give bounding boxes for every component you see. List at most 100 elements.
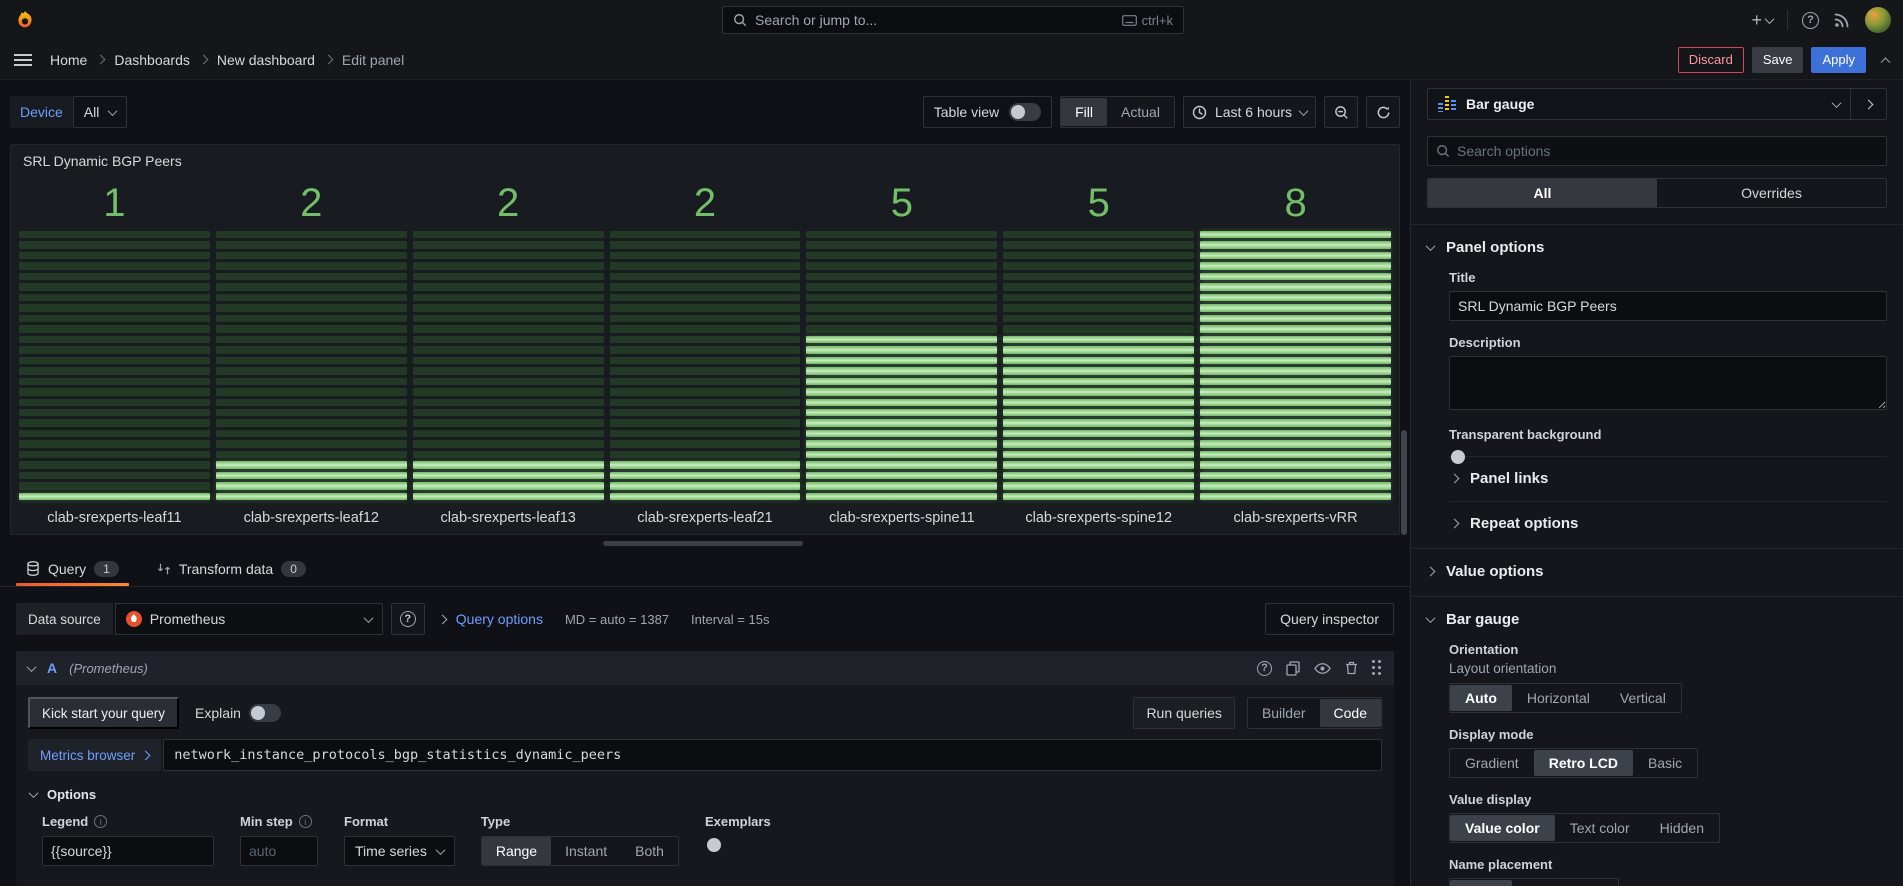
panel-options-sidebar: Bar gauge Search options All Overrides P… — [1410, 80, 1903, 886]
panel-links-collapse[interactable]: Panel links — [1449, 456, 1887, 487]
display-retro-lcd[interactable]: Retro LCD — [1534, 750, 1633, 776]
panel-title-input[interactable] — [1449, 291, 1887, 321]
query-row-header[interactable]: A (Prometheus) ? — [16, 651, 1394, 685]
type-both-option[interactable]: Both — [621, 837, 678, 865]
global-search-input[interactable]: Search or jump to... ctrl+k — [722, 6, 1184, 34]
duplicate-query-icon[interactable] — [1286, 661, 1300, 676]
gauge-cell — [216, 378, 407, 385]
gauge-cell — [19, 231, 210, 238]
panel-options-header[interactable]: Panel options — [1427, 239, 1887, 256]
tab-all-options[interactable]: All — [1428, 179, 1657, 207]
legend-input[interactable] — [42, 836, 214, 866]
metrics-browser-button[interactable]: Metrics browser — [28, 739, 161, 771]
table-view-label: Table view — [934, 104, 999, 120]
collapse-query-icon[interactable] — [27, 662, 37, 672]
gauge-cell — [1003, 430, 1194, 437]
gauge-cell — [216, 336, 407, 343]
legend-field: Legend i — [42, 814, 214, 866]
tab-transform-data[interactable]: Transform data 0 — [147, 551, 316, 586]
promql-expression-input[interactable] — [163, 739, 1382, 771]
repeat-options-collapse[interactable]: Repeat options — [1449, 501, 1887, 532]
breadcrumb-dashboards[interactable]: Dashboards — [114, 52, 190, 68]
value-options-header[interactable]: Value options — [1427, 563, 1887, 580]
chevron-right-icon — [141, 750, 151, 760]
value-display-text-color[interactable]: Text color — [1555, 815, 1645, 841]
name-placement-left[interactable]: Left — [1564, 880, 1617, 886]
breadcrumb-home[interactable]: Home — [50, 52, 87, 68]
refresh-button[interactable] — [1366, 96, 1400, 128]
panel-description-textarea[interactable] — [1449, 356, 1887, 410]
orientation-horizontal[interactable]: Horizontal — [1512, 685, 1605, 711]
actual-option[interactable]: Actual — [1107, 98, 1174, 126]
builder-option[interactable]: Builder — [1248, 699, 1320, 727]
query-help-icon[interactable]: ? — [1257, 661, 1272, 676]
min-step-input[interactable] — [240, 836, 318, 866]
variable-device-select[interactable]: All — [73, 96, 128, 128]
run-queries-button[interactable]: Run queries — [1133, 697, 1235, 729]
fill-option[interactable]: Fill — [1061, 98, 1107, 126]
add-menu-button[interactable]: + — [1751, 10, 1773, 31]
query-options-collapse[interactable]: Options — [30, 787, 1382, 802]
table-view-toggle[interactable] — [1009, 103, 1041, 121]
gauge-column: 1clab-srexperts-leaf11 — [19, 175, 210, 526]
gauge-cell — [1003, 388, 1194, 395]
options-search-input[interactable]: Search options — [1427, 136, 1887, 166]
chevron-down-icon — [29, 788, 39, 798]
name-placement-auto[interactable]: Auto — [1450, 880, 1512, 886]
visualization-select[interactable]: Bar gauge — [1428, 89, 1850, 119]
type-range-option[interactable]: Range — [482, 837, 551, 865]
gauge-cell — [413, 241, 604, 248]
gauge-cell — [1003, 283, 1194, 290]
delete-query-icon[interactable] — [1345, 661, 1358, 675]
value-display-value-color[interactable]: Value color — [1450, 815, 1555, 841]
max-data-points-info: MD = auto = 1387 — [565, 612, 669, 627]
orientation-vertical[interactable]: Vertical — [1605, 685, 1681, 711]
display-basic[interactable]: Basic — [1633, 750, 1697, 776]
time-range-picker[interactable]: Last 6 hours — [1183, 96, 1316, 128]
gauge-cell — [1003, 440, 1194, 447]
collapse-sidebar-button[interactable] — [1850, 89, 1886, 119]
grafana-logo-icon[interactable] — [14, 9, 36, 31]
bar-gauge-options-header[interactable]: Bar gauge — [1427, 611, 1887, 628]
gauge-cell — [216, 472, 407, 479]
gauge-cell — [1003, 378, 1194, 385]
tab-overrides[interactable]: Overrides — [1657, 179, 1886, 207]
query-options-expander[interactable]: Query options — [439, 611, 543, 627]
content-scrollbar[interactable] — [1401, 430, 1407, 535]
help-button[interactable]: ? — [1802, 12, 1819, 29]
value-display-hidden[interactable]: Hidden — [1645, 815, 1719, 841]
type-instant-option[interactable]: Instant — [551, 837, 621, 865]
breadcrumb-new-dashboard[interactable]: New dashboard — [217, 52, 315, 68]
menu-icon[interactable] — [14, 54, 32, 66]
gauge-cell — [806, 409, 997, 416]
query-inspector-button[interactable]: Query inspector — [1265, 603, 1394, 635]
datasource-help-button[interactable]: ? — [391, 603, 425, 635]
display-gradient[interactable]: Gradient — [1450, 750, 1534, 776]
collapse-options-icon[interactable] — [1881, 57, 1891, 67]
apply-button[interactable]: Apply — [1811, 47, 1866, 73]
gauge-cell — [610, 336, 801, 343]
save-button[interactable]: Save — [1752, 47, 1804, 73]
gauge-cell-stack — [610, 231, 801, 500]
pane-resize-handle[interactable] — [603, 541, 803, 546]
name-placement-top[interactable]: Top — [1512, 880, 1565, 886]
hide-response-icon[interactable] — [1314, 662, 1331, 675]
drag-query-handle[interactable] — [1372, 660, 1382, 676]
discard-button[interactable]: Discard — [1678, 47, 1744, 73]
news-icon[interactable] — [1833, 11, 1851, 29]
zoom-out-button[interactable] — [1324, 96, 1358, 128]
user-avatar[interactable] — [1865, 7, 1891, 33]
kick-start-query-button[interactable]: Kick start your query — [28, 697, 179, 729]
code-option[interactable]: Code — [1320, 699, 1381, 727]
explain-toggle[interactable] — [249, 704, 281, 722]
tab-query[interactable]: Query 1 — [16, 551, 129, 586]
gauge-column: 8clab-srexperts-vRR — [1200, 175, 1391, 526]
gauge-cell — [413, 451, 604, 458]
gauge-cell — [19, 273, 210, 280]
orientation-auto[interactable]: Auto — [1450, 685, 1512, 711]
datasource-select[interactable]: Prometheus — [115, 603, 383, 635]
query-options-fields: Legend i Min step i Fo — [42, 814, 1382, 866]
format-select[interactable]: Time series — [344, 836, 455, 866]
orientation-group: Auto Horizontal Vertical — [1449, 683, 1682, 713]
gauge-cell — [806, 399, 997, 406]
